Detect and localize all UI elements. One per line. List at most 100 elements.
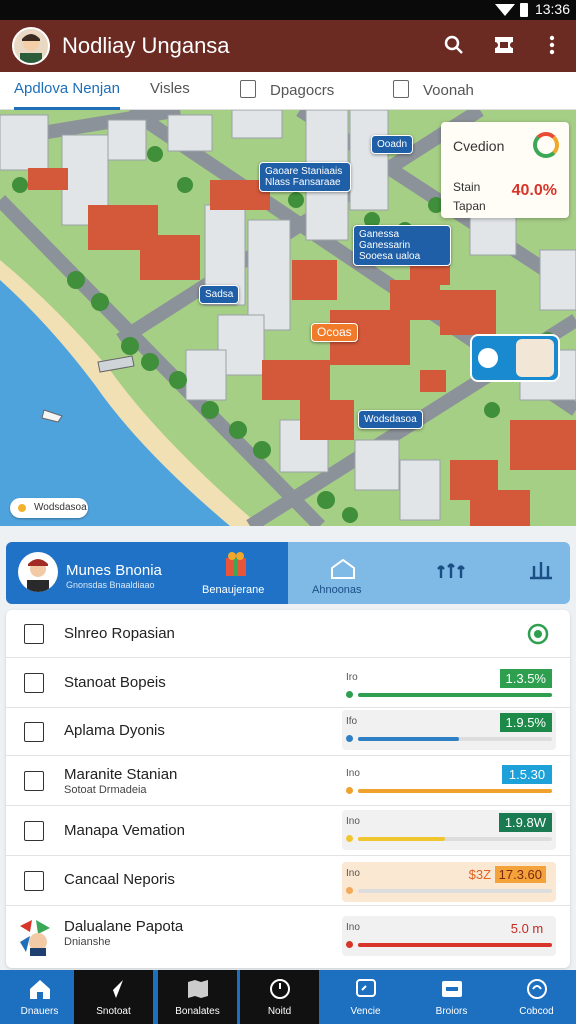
progress-fill — [358, 737, 459, 741]
metric-value-badge: 1.3.5% — [499, 669, 552, 688]
puzzle-avatar-icon — [20, 920, 50, 956]
progress-fill — [358, 837, 446, 841]
metric-widget[interactable]: Ifo 1.9.5% — [342, 710, 556, 750]
document-icon — [240, 80, 256, 98]
tab-vouchers[interactable]: Voonah — [393, 80, 474, 110]
map-icon — [188, 980, 208, 998]
progress-track — [358, 837, 552, 841]
donut-icon — [533, 132, 559, 158]
map-pin-square[interactable]: Sadsa — [199, 285, 240, 304]
map-pin-highlight[interactable]: Ocoas — [311, 323, 358, 342]
metric-dot — [346, 887, 353, 894]
target-icon — [478, 348, 498, 368]
metric-widget[interactable]: Ino 1.5.30 — [342, 762, 556, 802]
profile-name: Munes Bnonia — [66, 562, 162, 579]
code-icon — [24, 821, 44, 841]
document-icon — [24, 871, 44, 891]
map-scale-badge: Wodsdasoa — [10, 498, 88, 518]
map-pin-small[interactable]: Ooadn — [371, 135, 414, 154]
metric-value-badge: 1.9.5% — [499, 713, 552, 732]
metric-widget[interactable]: Iro 1.3.5% — [342, 666, 556, 706]
metric-label: Ino — [346, 922, 360, 933]
avatar — [18, 552, 58, 592]
info-value: 40.0% — [511, 182, 557, 199]
nav-explore[interactable]: Snotoat — [74, 970, 153, 1024]
metric-label: Ino — [346, 816, 360, 827]
metric-value-badge: 1.9.8W — [498, 813, 552, 832]
progress-track — [358, 943, 552, 947]
progress-track — [358, 693, 552, 697]
nav-map[interactable]: Bonalates — [158, 970, 237, 1024]
metric-value-badge: 1.5.30 — [502, 765, 552, 784]
metric-dot — [346, 835, 353, 842]
metric-dot — [346, 941, 353, 948]
metric-dot — [346, 735, 353, 742]
nav-home[interactable]: Dnauers — [0, 970, 79, 1024]
metric-label: Iro — [346, 672, 358, 683]
tab-visits[interactable]: Visles — [150, 80, 190, 110]
tab-overview[interactable]: Apdlova Nenjan — [14, 80, 120, 110]
ticket-icon[interactable] — [492, 33, 516, 57]
signal-icon — [495, 4, 515, 16]
progress-track — [358, 889, 552, 893]
progress-track — [358, 789, 552, 793]
target-icon[interactable] — [526, 622, 550, 646]
progress-fill — [358, 693, 552, 697]
nav-chat[interactable]: Vencie — [326, 970, 405, 1024]
nav-search[interactable]: Cobcod — [497, 970, 576, 1024]
clock-icon — [270, 979, 290, 999]
home-outline-icon[interactable] — [328, 556, 358, 582]
profile-summary[interactable]: Munes Bnonia Gnonsdas Bnaaldiaao Benauje… — [6, 542, 288, 604]
tab-reports[interactable]: Dpagocrs — [240, 80, 334, 110]
metric-label: Ifo — [346, 716, 358, 727]
upload-bars-icon[interactable] — [436, 556, 466, 582]
progress-fill — [358, 789, 552, 793]
compass-icon — [105, 980, 123, 998]
metric-value-badge: 5.0 m — [510, 921, 544, 936]
info-line-2: Tapan — [453, 199, 486, 213]
metric-widget[interactable]: Ino 1.9.8W — [342, 810, 556, 850]
home-icon — [30, 980, 50, 999]
status-bar: 13:36 — [0, 0, 576, 20]
nav-card[interactable]: Broiors — [412, 970, 491, 1024]
metric-widget[interactable]: Ino $3Z 17.3.60 — [342, 862, 556, 902]
app-title: Nodliay Ungansa — [62, 33, 230, 58]
list-item[interactable]: Slnreo Ropasian — [6, 610, 570, 658]
list-icon — [393, 80, 409, 98]
nav-history[interactable]: Noitd — [240, 970, 319, 1024]
grid-icon — [24, 771, 44, 791]
report-list: Slnreo Ropasian Stanoat Bopeis Aplama Dy… — [6, 610, 570, 968]
metric-widget[interactable]: Ino 5.0 m — [342, 916, 556, 956]
metric-value-secondary: 17.3.60 — [494, 866, 546, 883]
avatar[interactable] — [12, 27, 50, 65]
map-pin-station[interactable]: Gaoare Staniaais Nlass Fansaraae — [259, 162, 351, 192]
metric-label: Ino — [346, 768, 360, 779]
more-vert-icon[interactable] — [540, 33, 564, 57]
metric-dot — [346, 787, 353, 794]
close-box-icon — [24, 673, 44, 693]
tab-bar: Apdlova Nenjan Visles Dpagocrs Voonah — [0, 72, 576, 110]
metric-dot — [346, 691, 353, 698]
metric-value-prefix: $3Z — [468, 867, 495, 882]
progress-track — [358, 737, 552, 741]
progress-fill — [358, 943, 552, 947]
map-pin-plaza[interactable]: Wodsdasoa — [358, 410, 423, 429]
metric-value-badge: $3Z 17.3.60 — [463, 865, 552, 884]
search-icon[interactable] — [442, 33, 466, 57]
metric-label: Ino — [346, 868, 360, 879]
card-icon — [442, 981, 462, 997]
search-circle-icon — [527, 979, 547, 999]
map-info-card[interactable]: Cvedion Stain Tapan 40.0% — [441, 122, 569, 218]
summary-actions: Ahnoonas — [288, 542, 570, 604]
chat-icon — [356, 979, 376, 997]
chart-up-icon[interactable] — [526, 556, 556, 582]
app-bar: Nodliay Ungansa — [0, 20, 576, 72]
map-user-marker[interactable] — [470, 334, 560, 382]
map-pin-gallery[interactable]: Ganessa Ganessarin Sooesa ualoa — [353, 225, 451, 266]
bottom-nav: Dnauers Snotoat Bonalates Noitd Vencie B… — [0, 970, 576, 1024]
gift-icon — [226, 552, 246, 576]
profile-action-label: Benaujerane — [202, 584, 265, 596]
user-avatar — [516, 339, 554, 377]
summary-action-label: Ahnoonas — [312, 584, 362, 596]
profile-subtitle: Gnonsdas Bnaaldiaao — [66, 580, 155, 590]
